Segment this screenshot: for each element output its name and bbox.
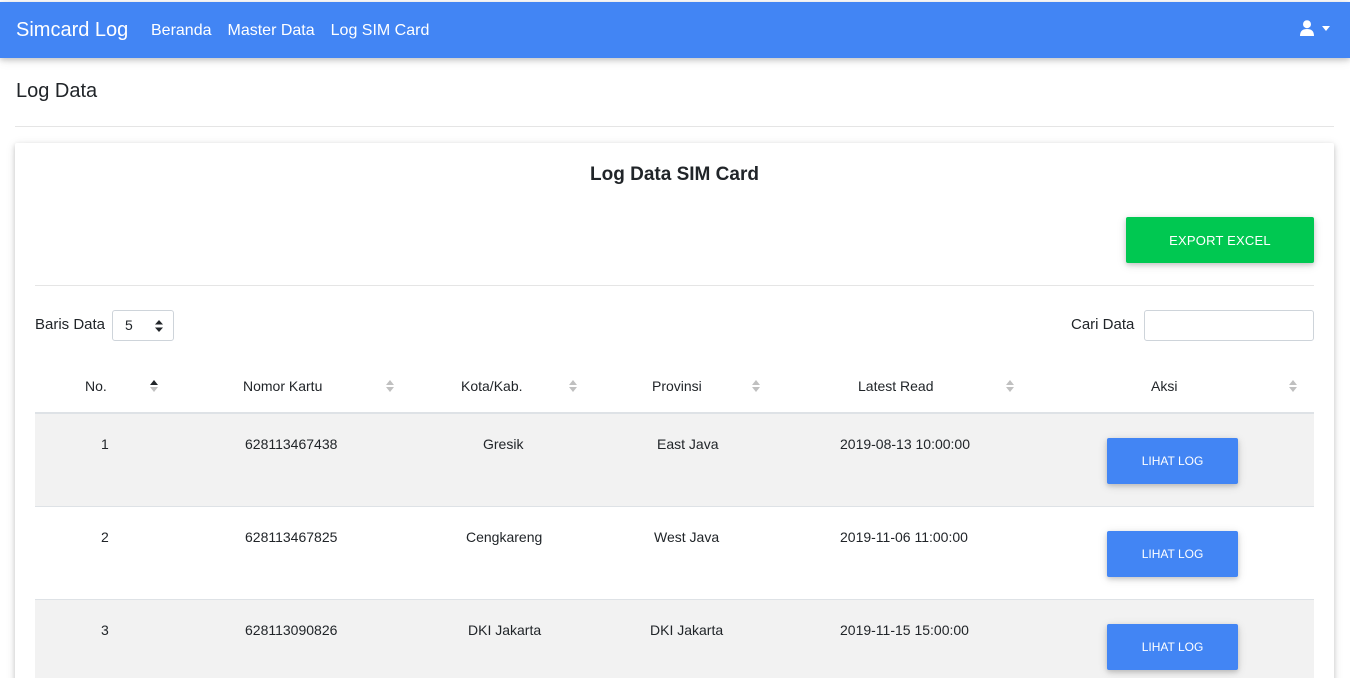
cell-kota: DKI Jakarta bbox=[468, 622, 542, 638]
select-arrows-icon bbox=[155, 320, 163, 332]
lihat-log-button[interactable]: LIHAT LOG bbox=[1107, 624, 1238, 670]
cell-no: 3 bbox=[101, 622, 109, 638]
lihat-log-button[interactable]: LIHAT LOG bbox=[1107, 531, 1238, 577]
cell-latest-read: 2019-08-13 10:00:00 bbox=[840, 436, 970, 452]
nav-link-master-data[interactable]: Master Data bbox=[228, 22, 315, 40]
nav-link-log-sim-card[interactable]: Log SIM Card bbox=[331, 22, 430, 40]
cell-latest-read: 2019-11-15 15:00:00 bbox=[840, 622, 969, 638]
brand-logo[interactable]: Simcard Log bbox=[16, 18, 128, 42]
sort-icon[interactable] bbox=[1005, 379, 1015, 393]
sort-icon[interactable] bbox=[568, 379, 578, 393]
log-card: Log Data SIM Card EXPORT EXCEL Baris Dat… bbox=[15, 143, 1334, 678]
sort-asc-icon[interactable] bbox=[149, 379, 159, 393]
card-title: Log Data SIM Card bbox=[590, 164, 759, 185]
cell-no: 2 bbox=[101, 529, 109, 545]
column-header-nomor-kartu[interactable]: Nomor Kartu bbox=[243, 378, 322, 394]
cell-provinsi: West Java bbox=[654, 529, 720, 545]
rows-per-page-select[interactable]: 5 bbox=[112, 310, 174, 341]
cell-no: 1 bbox=[101, 436, 109, 452]
table-row: 2 628113467825 Cengkareng West Java 2019… bbox=[35, 507, 1314, 600]
column-header-kota[interactable]: Kota/Kab. bbox=[461, 378, 523, 394]
table-row: 3 628113090826 DKI Jakarta DKI Jakarta 2… bbox=[35, 600, 1314, 678]
cell-provinsi: DKI Jakarta bbox=[650, 622, 724, 638]
cell-latest-read: 2019-11-06 11:00:00 bbox=[840, 529, 968, 545]
page-title: Log Data bbox=[16, 80, 98, 102]
table-row: 1 628113467438 Gresik East Java 2019-08-… bbox=[35, 414, 1314, 507]
search-input[interactable] bbox=[1144, 310, 1314, 341]
search-label: Cari Data bbox=[1071, 316, 1135, 333]
cell-nomor-kartu: 628113467825 bbox=[245, 529, 338, 545]
export-excel-button[interactable]: EXPORT EXCEL bbox=[1126, 217, 1314, 263]
rows-per-page-value: 5 bbox=[125, 317, 133, 333]
nav-links: Beranda Master Data Log SIM Card bbox=[151, 22, 445, 40]
sort-icon[interactable] bbox=[1288, 379, 1298, 393]
navbar: Simcard Log Beranda Master Data Log SIM … bbox=[0, 2, 1350, 58]
column-header-latest-read[interactable]: Latest Read bbox=[858, 378, 934, 394]
cell-nomor-kartu: 628113090826 bbox=[245, 622, 338, 638]
user-menu-dropdown[interactable] bbox=[1300, 20, 1330, 36]
cell-kota: Cengkareng bbox=[466, 529, 543, 545]
cell-nomor-kartu: 628113467438 bbox=[245, 436, 338, 452]
divider bbox=[35, 285, 1314, 286]
cell-kota: Gresik bbox=[483, 436, 524, 452]
nav-link-beranda[interactable]: Beranda bbox=[151, 22, 212, 40]
sort-icon[interactable] bbox=[385, 379, 395, 393]
cell-provinsi: East Java bbox=[657, 436, 719, 452]
user-icon bbox=[1300, 20, 1314, 36]
column-header-no[interactable]: No. bbox=[85, 378, 107, 394]
sort-icon[interactable] bbox=[751, 379, 761, 393]
column-header-aksi[interactable]: Aksi bbox=[1151, 378, 1177, 394]
column-header-provinsi[interactable]: Provinsi bbox=[652, 378, 702, 394]
rows-per-page-label: Baris Data bbox=[35, 316, 106, 333]
chevron-down-icon bbox=[1322, 25, 1330, 31]
divider bbox=[15, 126, 1334, 127]
lihat-log-button[interactable]: LIHAT LOG bbox=[1107, 438, 1238, 484]
